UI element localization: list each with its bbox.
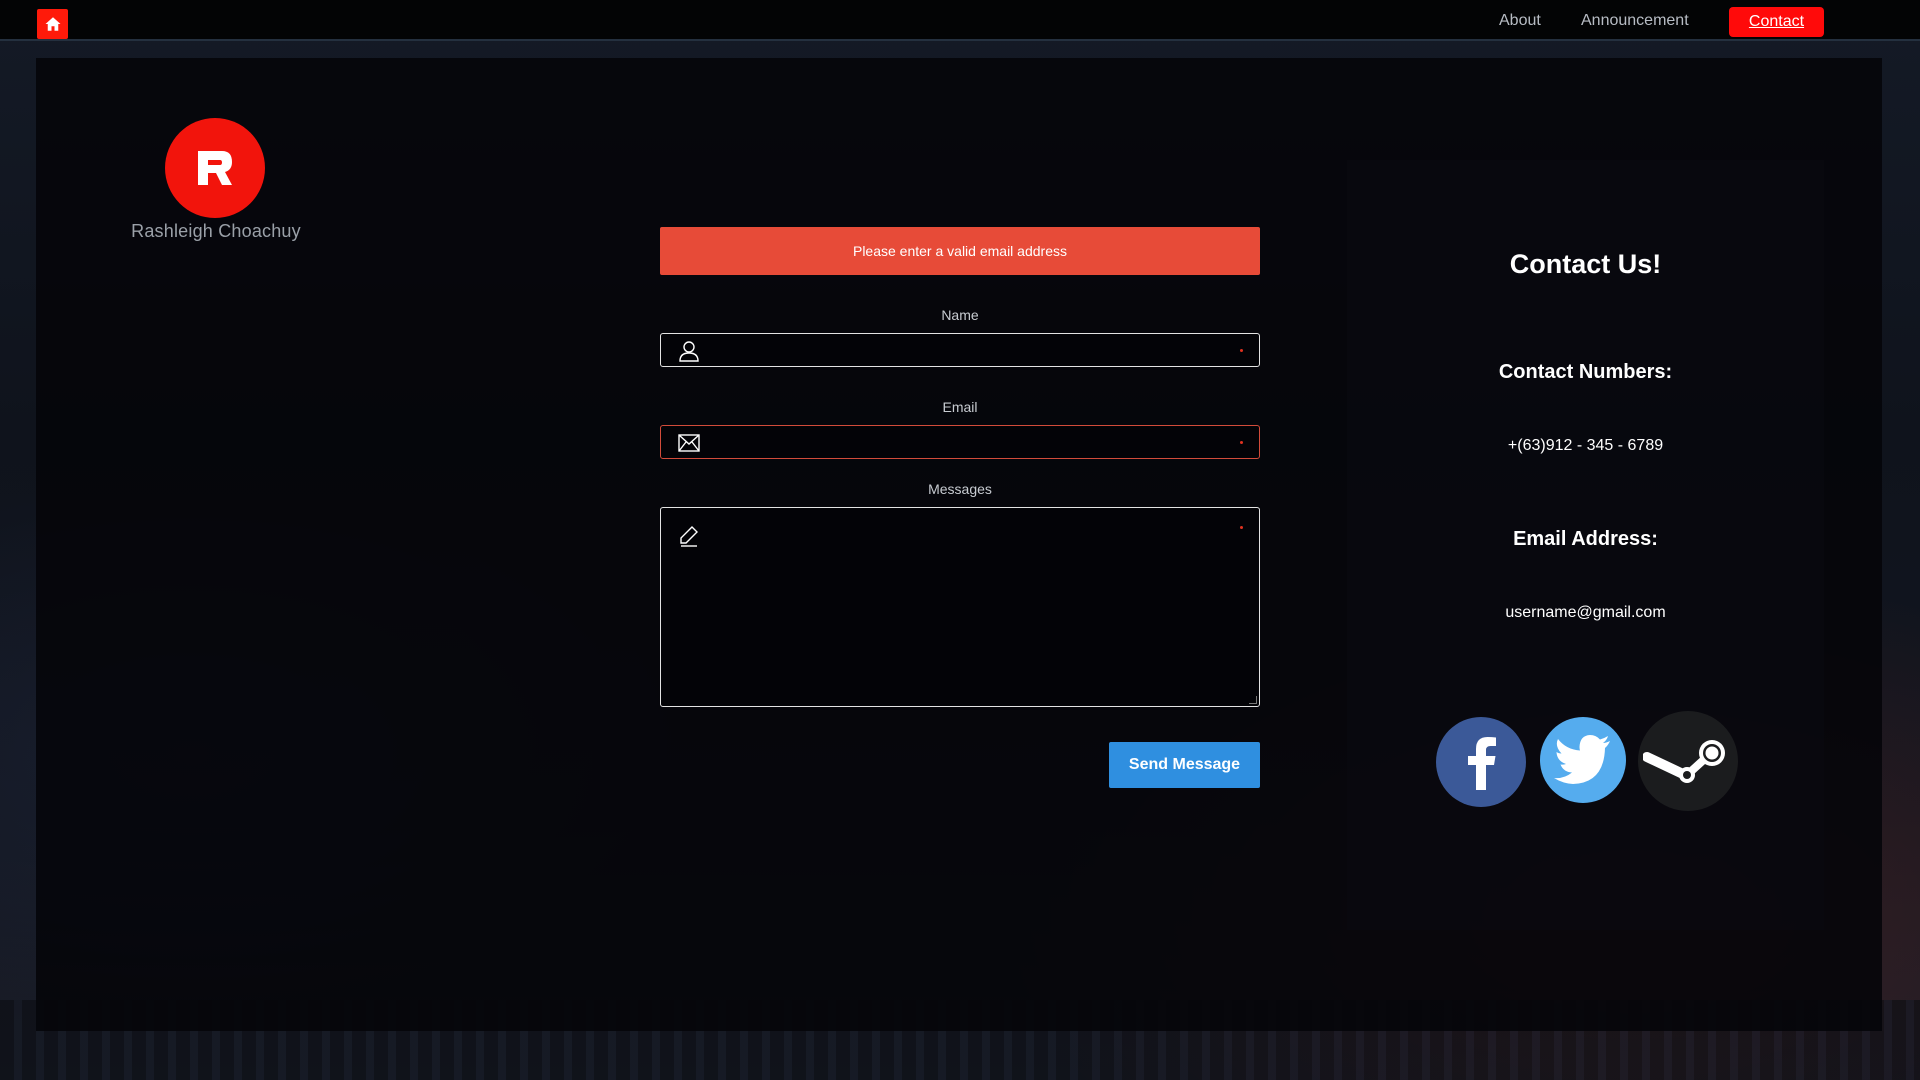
nav-link-announcement[interactable]: Announcement <box>1581 12 1689 30</box>
user-icon <box>679 341 699 362</box>
required-indicator <box>1240 526 1243 529</box>
home-icon <box>45 17 60 31</box>
steam-button[interactable] <box>1638 711 1738 811</box>
email-input[interactable] <box>713 426 1233 458</box>
name-label: Name <box>941 307 979 323</box>
contact-title: Contact Us! <box>1509 249 1662 279</box>
phone-number: +(63)912 - 345 - 6789 <box>1507 437 1664 454</box>
email-field-container <box>660 425 1260 459</box>
home-button[interactable] <box>37 9 68 39</box>
steam-icon <box>1643 740 1725 783</box>
twitter-button[interactable] <box>1540 717 1626 803</box>
logo-r-icon <box>198 151 232 185</box>
required-indicator <box>1240 349 1243 352</box>
required-indicator <box>1240 441 1243 444</box>
messages-field-container <box>660 507 1260 707</box>
envelope-icon <box>678 434 700 452</box>
facebook-icon <box>1468 737 1496 790</box>
send-message-button[interactable]: Send Message <box>1109 742 1260 788</box>
validation-alert: Please enter a valid email address <box>660 227 1260 275</box>
nav-link-contact[interactable]: Contact <box>1729 7 1824 37</box>
name-input[interactable] <box>713 334 1233 366</box>
name-field-container <box>660 333 1260 367</box>
messages-textarea[interactable] <box>713 518 1233 696</box>
textarea-resize-handle[interactable] <box>1249 696 1257 704</box>
email-label: Email <box>942 399 978 415</box>
pencil-icon <box>680 526 698 547</box>
brand-name: Rashleigh Choachuy <box>131 221 301 241</box>
facebook-button[interactable] <box>1436 717 1526 807</box>
email-address-heading: Email Address: <box>1513 528 1658 550</box>
email-address: username@gmail.com <box>1505 604 1666 621</box>
twitter-icon <box>1554 735 1610 784</box>
messages-label: Messages <box>928 481 992 497</box>
top-navbar: About Announcement Contact <box>0 0 1920 41</box>
brand-logo[interactable] <box>165 118 265 218</box>
nav-link-about[interactable]: About <box>1499 12 1541 30</box>
contact-numbers-heading: Contact Numbers: <box>1498 361 1673 383</box>
